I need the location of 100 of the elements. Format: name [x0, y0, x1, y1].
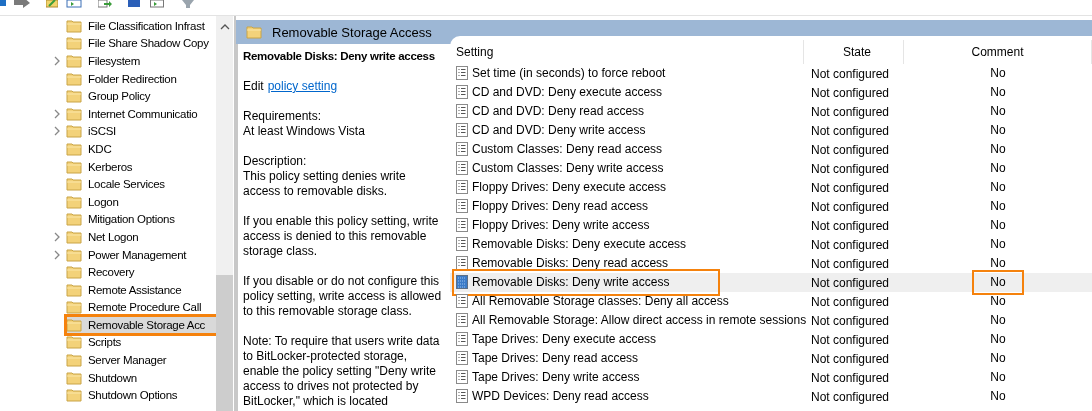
setting-cell: Custom Classes: Deny read access [456, 139, 669, 159]
chevron-right-icon[interactable] [54, 108, 60, 119]
scroll-thumb[interactable] [216, 275, 233, 411]
tree-node[interactable]: Scripts [66, 333, 216, 352]
pencil-icon[interactable] [46, 0, 58, 8]
policy-icon [456, 237, 468, 252]
tree-item[interactable]: iSCSI [0, 122, 216, 141]
column-header[interactable]: Setting [450, 40, 804, 64]
table-row[interactable]: Tape Drives: Deny execute access Not configured No [450, 330, 1092, 349]
tree-node[interactable]: Kerberos [66, 157, 216, 176]
tree-node[interactable]: Locale Services [66, 175, 216, 193]
tree-item[interactable]: Locale Services [0, 175, 216, 193]
scroll-up-icon[interactable] [219, 24, 230, 30]
scrollbar[interactable] [216, 16, 233, 411]
policy-icon [456, 370, 468, 385]
table-row[interactable]: Removable Disks: Deny execute access Not configured No [450, 235, 1092, 254]
table-row[interactable]: Tape Drives: Deny write access Not configured No [450, 368, 1092, 387]
tree-item[interactable]: Shutdown [0, 368, 216, 387]
tree-node[interactable]: Remote Assistance [66, 280, 216, 299]
tree-node[interactable]: Recovery [66, 263, 216, 281]
state-cell-text: Not configured [810, 313, 891, 328]
column-header[interactable]: Comment [904, 40, 1092, 64]
tree-node[interactable]: Shutdown [66, 368, 216, 387]
tree-label: iSCSI [88, 125, 116, 138]
state-cell-text: Not configured [810, 218, 891, 233]
tree-label: KDC [88, 142, 112, 155]
tree-node[interactable]: iSCSI [66, 122, 216, 141]
panel-toggle-icon[interactable] [66, 0, 82, 8]
tree-item[interactable]: Net Logon [0, 228, 216, 246]
tree-item[interactable]: Internet Communicatio [0, 104, 216, 123]
tree-node[interactable]: Mitigation Options [66, 210, 216, 229]
tree-label: Mitigation Options [88, 213, 175, 226]
tree-item[interactable]: Logon [0, 192, 216, 211]
folder-icon [66, 141, 82, 156]
tree-label: Logon [88, 195, 119, 208]
table-row[interactable]: Set time (in seconds) to force reboot Not configured No [450, 64, 1092, 83]
tree-node[interactable]: KDC [66, 140, 216, 158]
tree-node[interactable]: Removable Storage Acc [66, 316, 216, 334]
comment-cell-text: No [989, 369, 1007, 386]
tree-item[interactable]: Recovery [0, 263, 216, 281]
tree-item[interactable]: Remote Assistance [0, 280, 216, 299]
tree-node[interactable]: Shutdown Options [66, 386, 216, 405]
comment-cell-text: No [989, 141, 1007, 158]
tree-node[interactable]: Net Logon [66, 228, 216, 246]
export-icon[interactable] [98, 0, 112, 8]
filter-icon[interactable] [182, 0, 194, 8]
chevron-right-icon[interactable] [54, 126, 60, 137]
setting-cell: CD and DVD: Deny write access [456, 120, 652, 140]
tree-item[interactable]: KDC [0, 140, 216, 158]
table-row[interactable]: Tape Drives: Deny read access Not configured No [450, 349, 1092, 368]
tree-item[interactable]: Scripts [0, 333, 216, 352]
tree-node[interactable]: File Share Shadow Copy [66, 34, 216, 53]
tree-node[interactable]: Remote Procedure Call [66, 298, 216, 317]
tree-item[interactable]: Kerberos [0, 157, 216, 176]
tree-item[interactable]: Folder Redirection [0, 69, 216, 88]
folder-icon [66, 229, 82, 244]
table-row[interactable]: Floppy Drives: Deny execute access Not configured No [450, 178, 1092, 197]
tree-item[interactable]: Removable Storage Acc [0, 316, 216, 334]
panel-icon[interactable] [150, 0, 164, 8]
forward-arrow-icon[interactable] [14, 0, 30, 8]
policy-icon [456, 180, 468, 195]
tree-item[interactable]: Mitigation Options [0, 210, 216, 229]
setting-cell: All Removable Storage classes: Deny all access [456, 291, 735, 311]
table-row[interactable]: WPD Devices: Deny read access Not configured No [450, 387, 1092, 406]
table-row[interactable]: CD and DVD: Deny read access Not configured No [450, 102, 1092, 121]
state-cell-text: Not configured [810, 180, 891, 195]
tree-item[interactable]: Shutdown Options [0, 386, 216, 405]
state-cell-text: Not configured [810, 142, 891, 157]
tree-node[interactable]: File Classification Infrast [66, 17, 216, 35]
table-row[interactable]: Floppy Drives: Deny write access Not configured No [450, 216, 1092, 235]
tree-item[interactable]: File Share Shadow Copy [0, 34, 216, 53]
table-row[interactable]: All Removable Storage classes: Deny all access Not configured No [450, 292, 1092, 311]
tree-node[interactable]: Logon [66, 192, 216, 211]
table-row[interactable]: Removable Disks: Deny read access Not configured No [450, 254, 1092, 273]
tree-node[interactable]: Server Manager [66, 351, 216, 369]
chevron-right-icon[interactable] [54, 231, 60, 242]
tree-item[interactable]: Group Policy [0, 87, 216, 105]
table-row[interactable]: CD and DVD: Deny execute access Not configured No [450, 83, 1092, 102]
tree-item[interactable]: Server Manager [0, 351, 216, 369]
column-header[interactable]: State [804, 40, 904, 64]
chevron-right-icon[interactable] [54, 56, 60, 66]
tree-node[interactable]: Internet Communicatio [66, 104, 216, 123]
table-row[interactable]: Floppy Drives: Deny read access Not configured No [450, 197, 1092, 216]
chevron-right-icon[interactable] [54, 249, 60, 260]
tree-node[interactable]: Power Management [66, 245, 216, 264]
policy-icon [456, 351, 468, 366]
table-row[interactable]: CD and DVD: Deny write access Not configured No [450, 121, 1092, 140]
policy-setting-link[interactable]: policy setting [267, 79, 338, 94]
tree-item[interactable]: Remote Procedure Call [0, 298, 216, 317]
tree-label: Remote Assistance [88, 283, 182, 296]
tree-node[interactable]: Filesystem [66, 52, 216, 70]
tree-node[interactable]: Folder Redirection [66, 69, 216, 88]
table-row[interactable]: Custom Classes: Deny write access Not configured No [450, 159, 1092, 178]
comment-cell-text: No [989, 84, 1007, 101]
tree-item[interactable]: Filesystem [0, 52, 216, 70]
tree-item[interactable]: File Classification Infrast [0, 17, 216, 35]
table-row[interactable]: All Removable Storage: Allow direct access in remote sessions Not configured No [450, 311, 1092, 330]
tree-item[interactable]: Power Management [0, 245, 216, 264]
table-row[interactable]: Custom Classes: Deny read access Not configured No [450, 140, 1092, 159]
tree-node[interactable]: Group Policy [66, 87, 216, 105]
